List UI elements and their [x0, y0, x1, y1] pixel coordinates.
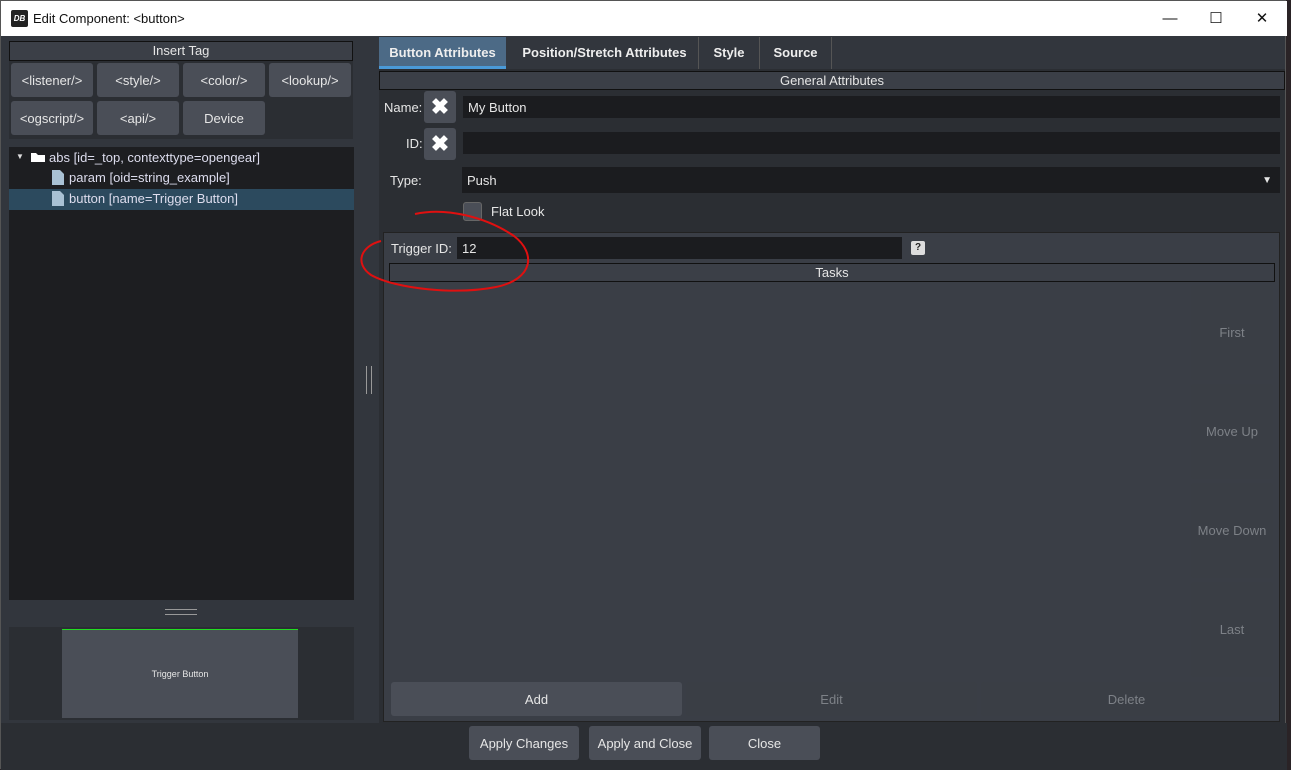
tree-item-abs[interactable]: abs [id=_top, contexttype=opengear] — [49, 148, 260, 168]
apply-and-close-button[interactable]: Apply and Close — [589, 726, 701, 760]
tab-source[interactable]: Source — [760, 37, 832, 69]
insert-style-button[interactable]: <style/> — [97, 63, 179, 97]
tab-bar: Button Attributes Position/Stretch Attri… — [379, 37, 1285, 69]
red-annotation-circle — [360, 210, 530, 292]
type-label: Type: — [390, 173, 422, 188]
tree-item-param[interactable]: param [oid=string_example] — [69, 168, 230, 188]
tab-button-attributes[interactable]: Button Attributes — [379, 37, 506, 69]
move-first-button[interactable]: First — [1191, 285, 1273, 380]
file-icon — [52, 191, 64, 206]
maximize-button[interactable]: ☐ — [1193, 5, 1239, 33]
tab-style[interactable]: Style — [699, 37, 760, 69]
insert-lookup-button[interactable]: <lookup/> — [269, 63, 351, 97]
id-label: ID: — [406, 136, 423, 151]
move-down-button[interactable]: Move Down — [1191, 483, 1273, 578]
move-up-button[interactable]: Move Up — [1191, 384, 1273, 479]
window-title: Edit Component: <button> — [33, 11, 185, 26]
x-icon: ✖ — [430, 94, 450, 119]
dropdown-arrow-icon: ▼ — [1262, 174, 1272, 186]
name-label: Name: — [384, 100, 423, 115]
apply-changes-button[interactable]: Apply Changes — [469, 726, 579, 760]
insert-api-button[interactable]: <api/> — [97, 101, 179, 135]
tab-position-stretch[interactable]: Position/Stretch Attributes — [511, 37, 699, 69]
file-icon — [52, 170, 64, 185]
delete-task-button[interactable]: Delete — [981, 682, 1272, 716]
preview-area: Trigger Button — [9, 627, 354, 720]
folder-icon — [31, 153, 45, 162]
minimize-button[interactable]: — — [1147, 5, 1193, 33]
edit-component-window: DB Edit Component: <button> — ☐ ✕ Insert… — [0, 0, 1287, 770]
component-tree[interactable]: ▼ abs [id=_top, contexttype=opengear] pa… — [9, 147, 354, 600]
insert-ogscript-button[interactable]: <ogscript/> — [11, 101, 93, 135]
name-input[interactable]: My Button — [463, 96, 1280, 118]
insert-tag-header: Insert Tag — [9, 41, 353, 61]
edit-task-button[interactable]: Edit — [686, 682, 977, 716]
general-attributes-header: General Attributes — [379, 71, 1285, 90]
close-window-button[interactable]: ✕ — [1239, 5, 1285, 33]
type-value: Push — [467, 172, 497, 188]
title-bar: DB Edit Component: <button> — ☐ ✕ — [1, 1, 1287, 36]
insert-color-button[interactable]: <color/> — [183, 63, 265, 97]
horizontal-splitter-handle[interactable] — [165, 609, 197, 615]
tree-item-button[interactable]: button [name=Trigger Button] — [69, 189, 238, 209]
id-input[interactable] — [463, 132, 1280, 154]
vertical-splitter-handle[interactable] — [366, 366, 372, 394]
tasks-list[interactable] — [387, 284, 1188, 680]
help-icon[interactable]: ? — [911, 241, 925, 255]
insert-device-button[interactable]: Device — [183, 101, 265, 135]
type-select[interactable]: Push ▼ — [462, 167, 1280, 193]
expand-arrow-icon[interactable]: ▼ — [16, 152, 24, 161]
clear-id-button[interactable]: ✖ — [424, 128, 456, 160]
move-last-button[interactable]: Last — [1191, 582, 1273, 677]
add-task-button[interactable]: Add — [391, 682, 682, 716]
preview-trigger-button[interactable]: Trigger Button — [62, 629, 298, 718]
insert-listener-button[interactable]: <listener/> — [11, 63, 93, 97]
x-icon: ✖ — [430, 131, 450, 156]
clear-name-button[interactable]: ✖ — [424, 91, 456, 123]
app-logo-icon: DB — [11, 10, 28, 27]
close-button[interactable]: Close — [709, 726, 820, 760]
